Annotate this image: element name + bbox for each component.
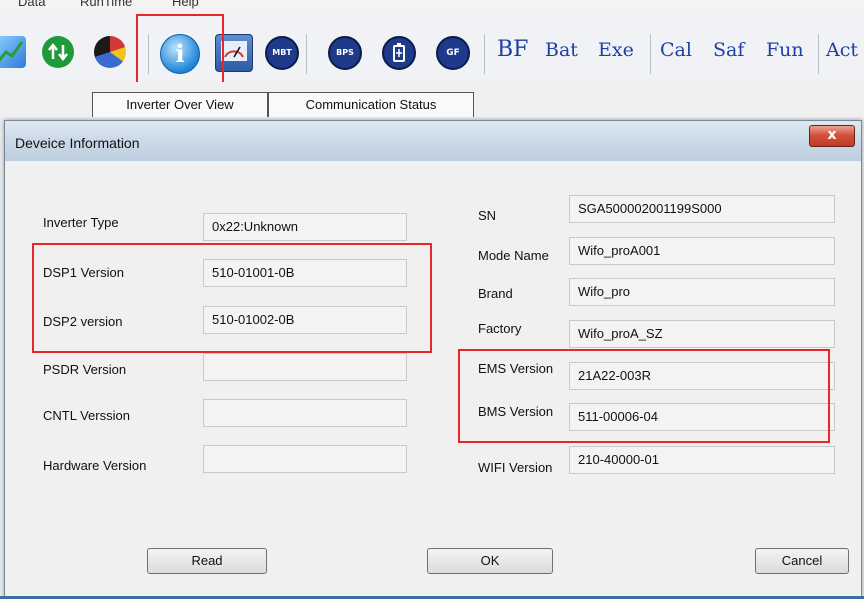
sn-label: SN <box>478 208 497 223</box>
cntl-version-field <box>203 399 407 427</box>
pie-icon[interactable] <box>94 36 126 68</box>
mbt-glyph: MBT <box>272 48 292 57</box>
dialog-title: Deveice Information <box>15 135 140 151</box>
fun-button[interactable]: Fun <box>766 39 804 61</box>
toolbar-separator <box>484 34 485 74</box>
mbt-icon[interactable]: MBT <box>265 36 299 70</box>
dsp-versions-highlight-box <box>32 243 432 353</box>
tab-inverter-overview[interactable]: Inverter Over View <box>92 92 268 117</box>
bf-button[interactable]: BF <box>497 37 528 62</box>
saf-button[interactable]: Saf <box>713 39 744 61</box>
menu-bar: Data RunTime Help <box>0 0 864 14</box>
sn-field: SGA500002001199S000 <box>569 195 835 223</box>
gf-icon[interactable]: GF <box>436 36 470 70</box>
toolbar-separator <box>818 34 819 74</box>
hardware-version-label: Hardware Version <box>43 458 147 473</box>
toolbar-separator <box>306 34 307 74</box>
gf-glyph: GF <box>446 48 460 58</box>
chart-line-icon <box>0 41 24 62</box>
brand-field: Wifo_pro <box>569 278 835 306</box>
battery-glyph-icon <box>393 43 405 62</box>
wifi-version-label: WIFI Version <box>478 460 553 475</box>
cal-button[interactable]: Cal <box>660 39 692 61</box>
hardware-version-field <box>203 445 407 473</box>
read-button[interactable]: Read <box>147 548 267 574</box>
exe-button[interactable]: Exe <box>598 39 634 61</box>
updown-icon[interactable] <box>42 36 74 68</box>
factory-label: Factory <box>478 321 522 336</box>
mode-name-field: Wifo_proA001 <box>569 237 835 265</box>
inverter-type-label: Inverter Type <box>43 215 119 230</box>
act-button[interactable]: Act <box>826 39 858 61</box>
dialog-titlebar[interactable]: Deveice Information x <box>5 121 861 161</box>
chart-icon[interactable] <box>0 36 26 68</box>
toolbar: i MBT BPS GF BF Bat Exe Cal Saf Fun Act <box>0 14 864 83</box>
menu-runtime[interactable]: RunTime <box>80 0 132 9</box>
inverter-type-field: 0x22:Unknown <box>203 213 407 241</box>
ok-button[interactable]: OK <box>427 548 553 574</box>
psdr-version-label: PSDR Version <box>43 362 127 377</box>
factory-field: Wifo_proA_SZ <box>569 320 835 348</box>
close-button[interactable]: x <box>809 125 855 147</box>
battery-icon[interactable] <box>382 36 416 70</box>
psdr-version-field <box>203 353 407 381</box>
wifi-version-field: 210-40000-01 <box>569 446 835 474</box>
menu-data[interactable]: Data <box>18 0 45 9</box>
toolbar-separator <box>650 34 651 74</box>
tab-strip: Inverter Over View Communication Status <box>0 82 864 118</box>
bps-icon[interactable]: BPS <box>328 36 362 70</box>
tab-communication-status[interactable]: Communication Status <box>268 92 474 117</box>
ems-bms-highlight-box <box>458 349 830 443</box>
bat-button[interactable]: Bat <box>545 39 578 61</box>
arrows-icon <box>48 42 68 62</box>
brand-label: Brand <box>478 286 513 301</box>
cancel-button[interactable]: Cancel <box>755 548 849 574</box>
mode-name-label: Mode Name <box>478 248 549 263</box>
cntl-version-label: CNTL Verssion <box>43 408 130 423</box>
menu-help[interactable]: Help <box>172 0 199 9</box>
bps-glyph: BPS <box>336 48 354 57</box>
